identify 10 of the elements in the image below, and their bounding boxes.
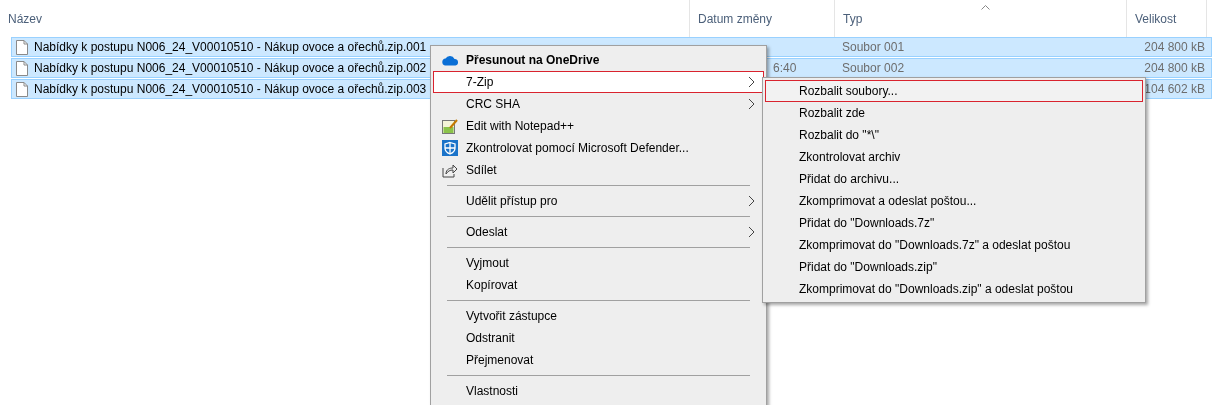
file-name: Nabídky k postupu N006_24_V00010510 - Nákup ovoce a ořechů.zip.002 <box>34 60 427 77</box>
file-size: 204 800 kB <box>1144 39 1205 56</box>
file-name: Nabídky k postupu N006_24_V00010510 - Nákup ovoce a ořechů.zip.001 <box>34 39 427 56</box>
file-size: 104 602 kB <box>1144 81 1205 98</box>
file-type: Soubor 002 <box>842 61 905 75</box>
file-size: 204 800 kB <box>1144 60 1205 77</box>
file-name: Nabídky k postupu N006_24_V00010510 - Nákup ovoce a ořechů.zip.003 <box>34 81 427 98</box>
file-type: Soubor 001 <box>842 40 905 54</box>
menu-item-label: Přesunout na OneDrive <box>466 52 601 69</box>
date-modified: 6:40 <box>773 61 797 75</box>
